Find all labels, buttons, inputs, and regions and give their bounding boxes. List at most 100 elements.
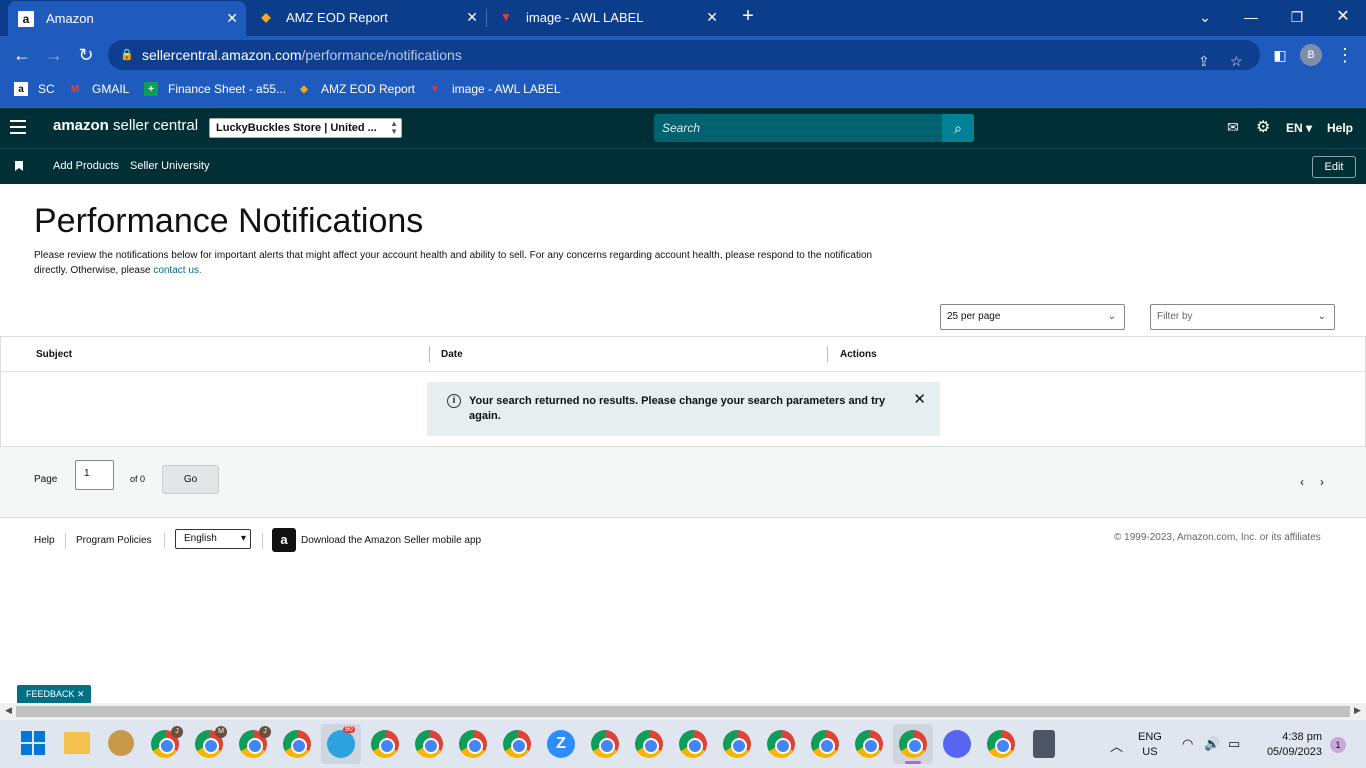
windows-start-icon[interactable] xyxy=(21,731,45,755)
notification-badge[interactable]: 1 xyxy=(1330,737,1346,753)
lang-line-2: US xyxy=(1142,746,1158,758)
bookmark-sc[interactable]: a SC xyxy=(14,82,55,96)
profile-avatar[interactable]: B xyxy=(1300,44,1322,66)
scroll-right-icon[interactable]: ▶ xyxy=(1354,705,1361,716)
page-number-input[interactable]: 1 xyxy=(75,460,114,490)
horizontal-scrollbar[interactable]: ◀ ▶ xyxy=(0,703,1366,720)
tab-title: Amazon xyxy=(46,11,94,26)
input-language[interactable]: ENG US xyxy=(1138,730,1162,760)
telegram-slot[interactable]: 90 xyxy=(321,724,361,764)
search-input[interactable]: Search xyxy=(654,114,942,142)
active-indicator xyxy=(905,761,921,764)
feedback-button[interactable]: FEEDBACK ✕ xyxy=(17,685,91,703)
calculator-icon[interactable] xyxy=(1033,730,1055,758)
chrome-active-slot[interactable] xyxy=(893,724,933,764)
back-icon[interactable]: ← xyxy=(10,44,34,66)
menu-kebab-icon[interactable]: ⋮ xyxy=(1333,44,1357,66)
header-help-link[interactable]: Help xyxy=(1327,121,1353,135)
page-count-label: of 0 xyxy=(130,474,146,484)
bookmark-star-icon[interactable]: ☆ xyxy=(1230,46,1243,76)
close-tab-icon[interactable]: ✕ xyxy=(226,10,238,27)
close-tab-icon[interactable]: ✕ xyxy=(466,9,478,26)
chrome-profile-icon[interactable]: M xyxy=(195,726,227,758)
chrome-profile-icon[interactable]: J xyxy=(151,726,183,758)
forward-icon[interactable]: → xyxy=(42,44,66,66)
chrome-profile-icon[interactable] xyxy=(811,730,839,758)
bookmark-amz-eod-report[interactable]: ◆ AMZ EOD Report xyxy=(297,82,415,96)
share-icon[interactable]: ⇪ xyxy=(1198,46,1210,76)
footer-help-link[interactable]: Help xyxy=(34,535,55,546)
edit-button[interactable]: Edit xyxy=(1312,156,1356,178)
close-icon[interactable]: ✕ xyxy=(913,392,926,407)
amazon-app-icon[interactable]: a xyxy=(272,528,296,552)
chrome-profile-icon[interactable] xyxy=(635,730,663,758)
chrome-profile-icon[interactable] xyxy=(723,730,751,758)
subnav-seller-university[interactable]: Seller University xyxy=(130,160,209,172)
contact-us-link[interactable]: contact us. xyxy=(153,265,201,276)
chrome-profile-icon[interactable] xyxy=(767,730,795,758)
discord-icon[interactable] xyxy=(943,730,971,758)
filter-select[interactable]: Filter by ⌄ xyxy=(1150,304,1335,330)
program-policies-link[interactable]: Program Policies xyxy=(76,535,152,546)
zoom-icon[interactable]: Z xyxy=(547,730,575,758)
search-button[interactable]: ⌕ xyxy=(942,114,974,142)
tab-amazon[interactable]: a Amazon ✕ xyxy=(8,1,246,36)
close-tab-icon[interactable]: ✕ xyxy=(706,9,718,26)
volume-icon[interactable]: 🔊 xyxy=(1204,736,1220,752)
sheets-icon: + xyxy=(144,82,158,96)
app-avatar-icon[interactable] xyxy=(108,730,134,756)
side-panel-icon[interactable]: ◧ xyxy=(1268,44,1292,66)
language-selector[interactable]: EN ▾ xyxy=(1286,121,1312,135)
reload-icon[interactable]: ↻ xyxy=(74,44,98,66)
footer-language-select[interactable]: English ▾ xyxy=(175,529,251,549)
download-app-link[interactable]: Download the Amazon Seller mobile app xyxy=(301,535,481,546)
battery-icon[interactable]: ▭ xyxy=(1228,736,1240,752)
file-explorer-icon[interactable] xyxy=(64,732,90,754)
bookmark-awl-label[interactable]: ▼ image - AWL LABEL xyxy=(428,82,560,96)
gmail-icon: M xyxy=(70,83,80,95)
chrome-profile-icon[interactable] xyxy=(371,730,399,758)
chrome-profile-icon[interactable] xyxy=(503,730,531,758)
bookmark-gmail[interactable]: M GMAIL xyxy=(68,82,130,96)
bookmark-finance-sheet[interactable]: + Finance Sheet - a55... xyxy=(144,82,286,96)
go-button[interactable]: Go xyxy=(162,465,219,494)
chrome-profile-icon[interactable] xyxy=(415,730,443,758)
footer-divider xyxy=(164,533,165,549)
scrollbar-thumb[interactable] xyxy=(16,706,1350,717)
bookmark-icon[interactable] xyxy=(15,161,23,171)
seller-central-logo[interactable]: amazon seller central xyxy=(53,117,198,134)
close-window-button[interactable]: ✕ xyxy=(1331,5,1355,29)
tab-amz-eod-report[interactable]: ◆ AMZ EOD Report ✕ xyxy=(248,0,486,34)
chrome-profile-icon[interactable]: J xyxy=(239,726,271,758)
chrome-icon[interactable] xyxy=(283,730,311,758)
mail-icon[interactable]: ✉ xyxy=(1227,119,1239,136)
per-page-select[interactable]: 25 per page ⌄ xyxy=(940,304,1125,330)
chrome-profile-icon[interactable] xyxy=(987,730,1015,758)
awl-favicon-icon: ▼ xyxy=(500,10,512,24)
browser-tab-strip: a Amazon ✕ ◆ AMZ EOD Report ✕ ▼ image - … xyxy=(0,0,1366,36)
restore-button[interactable]: ❐ xyxy=(1285,5,1309,29)
column-date[interactable]: Date xyxy=(441,349,463,360)
chrome-profile-icon[interactable] xyxy=(679,730,707,758)
scroll-left-icon[interactable]: ◀ xyxy=(5,705,12,716)
chevron-right-icon[interactable]: › xyxy=(1320,475,1324,489)
wifi-icon[interactable]: ◠ xyxy=(1182,736,1193,752)
chrome-profile-icon[interactable] xyxy=(591,730,619,758)
store-selector[interactable]: LuckyBuckles Store | United ... ▲ ▼ xyxy=(209,118,402,138)
close-icon[interactable]: ✕ xyxy=(77,689,85,699)
clock[interactable]: 4:38 pm 05/09/2023 xyxy=(1258,730,1322,760)
chevron-left-icon[interactable]: ‹ xyxy=(1300,475,1304,489)
chrome-profile-icon[interactable] xyxy=(855,730,883,758)
hamburger-menu-icon[interactable] xyxy=(10,120,26,134)
tab-search-icon[interactable]: ⌄ xyxy=(1193,5,1217,29)
column-subject[interactable]: Subject xyxy=(36,349,72,360)
gear-icon[interactable]: ⚙ xyxy=(1256,117,1270,137)
minimize-button[interactable]: — xyxy=(1239,5,1263,29)
new-tab-button[interactable]: + xyxy=(737,5,759,27)
tab-awl-label[interactable]: ▼ image - AWL LABEL ✕ xyxy=(488,0,726,34)
chrome-profile-icon[interactable] xyxy=(459,730,487,758)
subnav-add-products[interactable]: Add Products xyxy=(53,160,119,172)
language-value: EN xyxy=(1286,121,1303,135)
address-bar[interactable]: 🔒 sellercentral.amazon.com/performance/n… xyxy=(108,40,1260,70)
chevron-up-icon[interactable]: ︿ xyxy=(1110,736,1123,755)
